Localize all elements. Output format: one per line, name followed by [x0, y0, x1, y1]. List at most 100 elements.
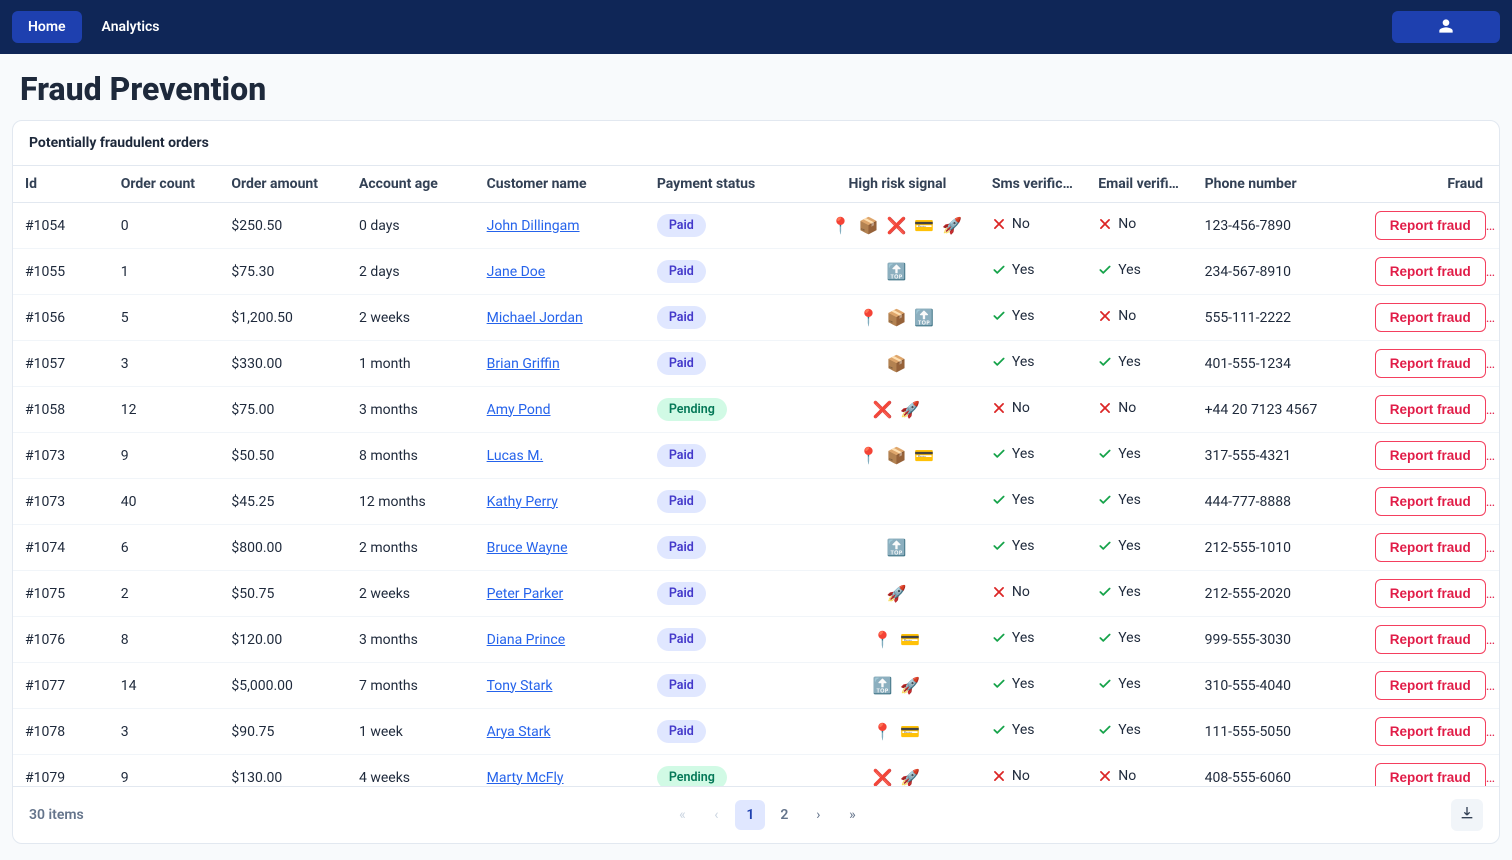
- check-icon: Yes: [992, 262, 1035, 278]
- cell-account-age: 3 months: [347, 617, 475, 663]
- cell-payment-status: Paid: [645, 341, 815, 387]
- cell-order-amount: $50.50: [219, 433, 347, 479]
- table-row: #105812$75.003 monthsAmy PondPending❌ 🚀N…: [13, 387, 1499, 433]
- col-phone[interactable]: Phone number: [1193, 166, 1363, 203]
- customer-link[interactable]: Kathy Perry: [487, 494, 558, 510]
- customer-link[interactable]: Bruce Wayne: [487, 540, 568, 556]
- table-row: #10551$75.302 daysJane DoePaid🔝YesYes234…: [13, 249, 1499, 295]
- page-title: Fraud Prevention: [0, 54, 1512, 120]
- download-button[interactable]: [1451, 799, 1483, 831]
- cell-email: No: [1086, 203, 1192, 249]
- col-fraud[interactable]: Fraud: [1363, 166, 1499, 203]
- report-fraud-button[interactable]: Report fraud: [1375, 349, 1486, 378]
- cell-order-count: 9: [109, 755, 220, 787]
- page-next[interactable]: ›: [803, 800, 833, 830]
- cell-order-count: 9: [109, 433, 220, 479]
- customer-link[interactable]: Jane Doe: [487, 264, 546, 280]
- cell-account-age: 7 months: [347, 663, 475, 709]
- report-fraud-button[interactable]: Report fraud: [1375, 303, 1486, 332]
- report-fraud-button[interactable]: Report fraud: [1375, 625, 1486, 654]
- report-fraud-button[interactable]: Report fraud: [1375, 763, 1486, 786]
- cell-payment-status: Paid: [645, 479, 815, 525]
- cell-customer-name: Marty McFly: [475, 755, 645, 787]
- user-icon: [1438, 18, 1454, 37]
- nav-analytics[interactable]: Analytics: [86, 11, 176, 43]
- customer-link[interactable]: Peter Parker: [487, 586, 564, 602]
- customer-link[interactable]: John Dillingam: [487, 218, 580, 234]
- report-fraud-button[interactable]: Report fraud: [1375, 257, 1486, 286]
- check-icon: Yes: [992, 308, 1035, 324]
- page-last[interactable]: »: [837, 800, 867, 830]
- report-fraud-button[interactable]: Report fraud: [1375, 211, 1486, 240]
- customer-link[interactable]: Michael Jordan: [487, 310, 583, 326]
- report-fraud-button[interactable]: Report fraud: [1375, 671, 1486, 700]
- status-badge: Paid: [657, 352, 706, 375]
- col-account-age[interactable]: Account age: [347, 166, 475, 203]
- cell-payment-status: Paid: [645, 249, 815, 295]
- col-high-risk[interactable]: High risk signal: [815, 166, 980, 203]
- page-first[interactable]: «: [667, 800, 697, 830]
- customer-link[interactable]: Marty McFly: [487, 770, 564, 786]
- x-icon: No: [1098, 768, 1136, 784]
- cell-high-risk: 📦: [815, 341, 980, 387]
- cell-customer-name: Jane Doe: [475, 249, 645, 295]
- cell-fraud: Report fraud: [1363, 525, 1499, 571]
- check-icon: Yes: [1098, 492, 1141, 508]
- customer-link[interactable]: Lucas M.: [487, 448, 544, 464]
- customer-link[interactable]: Arya Stark: [487, 724, 551, 740]
- cell-fraud: Report fraud: [1363, 571, 1499, 617]
- page-1[interactable]: 1: [735, 800, 765, 830]
- cell-order-amount: $45.25: [219, 479, 347, 525]
- nav-home[interactable]: Home: [12, 11, 82, 43]
- report-fraud-button[interactable]: Report fraud: [1375, 579, 1486, 608]
- col-order-amount[interactable]: Order amount: [219, 166, 347, 203]
- cell-payment-status: Paid: [645, 617, 815, 663]
- customer-link[interactable]: Diana Prince: [487, 632, 566, 648]
- page-prev[interactable]: ‹: [701, 800, 731, 830]
- cell-payment-status: Pending: [645, 755, 815, 787]
- cell-sms: No: [980, 203, 1086, 249]
- col-payment-status[interactable]: Payment status: [645, 166, 815, 203]
- cell-fraud: Report fraud: [1363, 617, 1499, 663]
- col-email-verification[interactable]: Email verification: [1086, 166, 1192, 203]
- x-icon: No: [992, 584, 1030, 600]
- status-badge: Pending: [657, 766, 727, 786]
- cell-account-age: 3 months: [347, 387, 475, 433]
- cell-fraud: Report fraud: [1363, 433, 1499, 479]
- cell-id: #1073: [13, 433, 109, 479]
- user-menu-button[interactable]: [1392, 11, 1500, 43]
- cell-phone: 234-567-8910: [1193, 249, 1363, 295]
- col-id[interactable]: Id: [13, 166, 109, 203]
- customer-link[interactable]: Tony Stark: [487, 678, 553, 694]
- customer-link[interactable]: Brian Griffin: [487, 356, 560, 372]
- report-fraud-button[interactable]: Report fraud: [1375, 717, 1486, 746]
- download-icon: [1459, 805, 1475, 825]
- cell-phone: 401-555-1234: [1193, 341, 1363, 387]
- x-icon: No: [1098, 216, 1136, 232]
- check-icon: Yes: [1098, 262, 1141, 278]
- check-icon: Yes: [1098, 722, 1141, 738]
- cell-order-amount: $800.00: [219, 525, 347, 571]
- cell-email: Yes: [1086, 249, 1192, 295]
- col-sms-verification[interactable]: Sms verification: [980, 166, 1086, 203]
- cell-email: Yes: [1086, 341, 1192, 387]
- page-2[interactable]: 2: [769, 800, 799, 830]
- cell-high-risk: ❌ 🚀: [815, 387, 980, 433]
- report-fraud-button[interactable]: Report fraud: [1375, 533, 1486, 562]
- cell-account-age: 2 weeks: [347, 571, 475, 617]
- report-fraud-button[interactable]: Report fraud: [1375, 395, 1486, 424]
- cell-order-count: 8: [109, 617, 220, 663]
- cell-order-amount: $75.00: [219, 387, 347, 433]
- cell-payment-status: Paid: [645, 295, 815, 341]
- col-order-count[interactable]: Order count: [109, 166, 220, 203]
- item-count: 30 items: [29, 807, 84, 823]
- table-row: #10768$120.003 monthsDiana PrincePaid📍 💳…: [13, 617, 1499, 663]
- check-icon: Yes: [992, 722, 1035, 738]
- cell-phone: 999-555-3030: [1193, 617, 1363, 663]
- col-customer-name[interactable]: Customer name: [475, 166, 645, 203]
- customer-link[interactable]: Amy Pond: [487, 402, 551, 418]
- cell-high-risk: 🚀: [815, 571, 980, 617]
- cell-id: #1077: [13, 663, 109, 709]
- report-fraud-button[interactable]: Report fraud: [1375, 441, 1486, 470]
- report-fraud-button[interactable]: Report fraud: [1375, 487, 1486, 516]
